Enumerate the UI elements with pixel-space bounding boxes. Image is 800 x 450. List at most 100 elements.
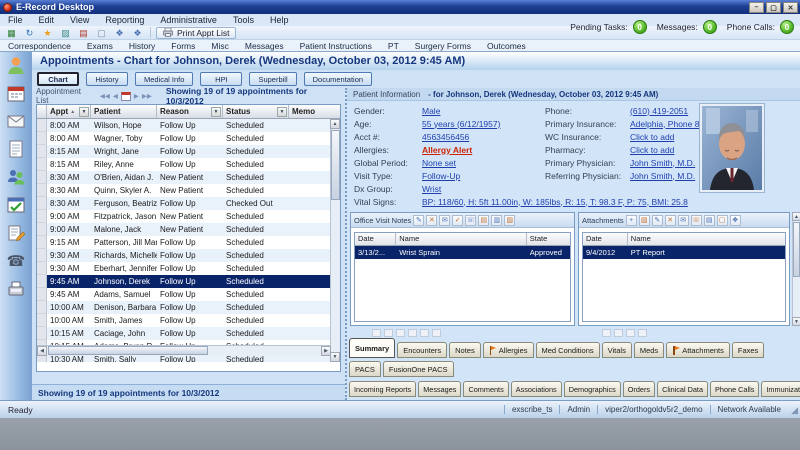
table-row[interactable]: 9:30 AM Eberhart, Jennifer Follow Up Sch… (37, 262, 331, 275)
fax-attachment-icon[interactable]: ☏ (691, 215, 702, 226)
scroll-up-icon[interactable]: ▲ (330, 119, 340, 129)
scroll-down-icon[interactable]: ▼ (792, 317, 800, 326)
menu-item[interactable]: Administrative (152, 15, 225, 25)
patient-field-value[interactable]: BP: 118/60, H: 5ft 11.00in, W: 185lbs, R… (422, 197, 688, 207)
approve-note-icon[interactable]: ✓ (452, 215, 463, 226)
pager-icon[interactable] (638, 329, 647, 337)
column-header-state[interactable]: State (527, 233, 570, 245)
view-button[interactable]: HPI (200, 72, 242, 86)
hand-tool-2-icon[interactable]: ❖ (130, 27, 145, 39)
patient-field-value[interactable]: Allergy Alert (422, 145, 472, 155)
delete-note-icon[interactable]: ✕ (426, 215, 437, 226)
patient-avatar-icon[interactable] (5, 54, 27, 76)
pager-icon[interactable] (384, 329, 393, 337)
bottom-tab[interactable]: Comments (463, 381, 508, 397)
table-row[interactable]: 8:30 AM Quinn, Skyler A. New Patient Sch… (37, 184, 331, 197)
patient-field-value[interactable]: Wrist (422, 184, 441, 194)
table-row[interactable]: 8:00 AM Wagner, Toby Follow Up Scheduled (37, 132, 331, 145)
pager-icon[interactable] (372, 329, 381, 337)
view-button[interactable]: History (86, 72, 128, 86)
favorites-icon[interactable]: ★ (40, 27, 55, 39)
pager-icon[interactable] (602, 329, 611, 337)
patient-field-value[interactable]: Male (422, 106, 440, 116)
appointments-calendar-icon[interactable] (5, 82, 27, 104)
module-tab[interactable]: Surgery Forms (407, 41, 479, 51)
module-tab[interactable]: Forms (163, 41, 203, 51)
column-header-name[interactable]: Name (396, 233, 527, 245)
counter[interactable]: Phone Calls: 0 (727, 20, 794, 34)
bottom-tab[interactable]: PACS (349, 361, 381, 377)
column-header-date[interactable]: Date (355, 233, 396, 245)
new-document-icon[interactable]: ▢ (94, 27, 109, 39)
view-button[interactable]: Chart (37, 72, 79, 86)
table-row[interactable]: 10:00 AM Denison, Barbara Follow Up Sche… (37, 301, 331, 314)
notes-icon[interactable] (5, 138, 27, 160)
column-header-appt[interactable]: Appt ▲ ▼ (47, 105, 91, 118)
table-row[interactable]: 8:15 AM Riley, Anne Follow Up Scheduled (37, 158, 331, 171)
module-tab[interactable]: Misc (203, 41, 236, 51)
patient-field-value[interactable]: 55 years (6/12/1957) (422, 119, 500, 129)
filter-dropdown-icon[interactable]: ▼ (277, 107, 287, 117)
menu-item[interactable]: View (62, 15, 97, 25)
bottom-tab[interactable]: Encounters (397, 342, 447, 358)
bottom-tab[interactable]: Incoming Reports (349, 381, 416, 397)
bottom-tab[interactable]: Vitals (602, 342, 632, 358)
pager-icon[interactable] (408, 329, 417, 337)
horizontal-scrollbar[interactable]: ◀ ▶ (37, 345, 331, 356)
bottom-tab[interactable]: Demographics (564, 381, 621, 397)
module-tab[interactable]: Patient Instructions (292, 41, 380, 51)
link-attachment-icon[interactable]: ❖ (730, 215, 741, 226)
print-attachment-icon[interactable]: ▤ (704, 215, 715, 226)
column-header-date[interactable]: Date (583, 233, 628, 245)
date-picker-icon[interactable] (121, 92, 131, 101)
first-page-icon[interactable]: ◀◀ (100, 92, 110, 100)
print-appt-list-button[interactable]: Print Appt List (156, 27, 236, 39)
table-row[interactable]: 9:15 AM Patterson, Jill Marie Follow Up … (37, 236, 331, 249)
table-row[interactable]: 8:30 AM O'Brien, Aidan J. New Patient Sc… (37, 171, 331, 184)
refresh-icon[interactable]: ↻ (22, 27, 37, 39)
appt-grid-icon[interactable]: ▦ (4, 27, 19, 39)
menu-item[interactable]: Reporting (97, 15, 152, 25)
column-header-name[interactable]: Name (628, 233, 785, 245)
scrollbar-thumb[interactable] (793, 222, 800, 277)
resize-grip[interactable]: ◢ (791, 405, 798, 416)
fax-icon[interactable] (5, 278, 27, 300)
column-header-status[interactable]: Status ▼ (223, 105, 289, 118)
bottom-tab[interactable]: Med Conditions (536, 342, 600, 358)
patient-field-value[interactable]: (610) 419-2051 (630, 106, 688, 116)
vertical-scrollbar[interactable]: ▲ ▼ (792, 212, 800, 326)
fax-note-icon[interactable]: ☏ (465, 215, 476, 226)
table-row[interactable]: 10:15 AM Caciage, John Follow Up Schedul… (37, 327, 331, 340)
view-button[interactable]: Medical Info (135, 72, 193, 86)
menu-item[interactable]: File (0, 15, 31, 25)
bottom-tab[interactable]: Meds (634, 342, 664, 358)
column-header-patient[interactable]: Patient (91, 105, 157, 118)
schedule-check-icon[interactable] (5, 194, 27, 216)
scroll-left-icon[interactable]: ◀ (37, 346, 47, 356)
table-row[interactable]: 9:00 AM Malone, Jack New Patient Schedul… (37, 223, 331, 236)
column-header-memo[interactable]: Memo (289, 105, 331, 118)
column-header-reason[interactable]: Reason ▼ (157, 105, 223, 118)
filter-dropdown-icon[interactable]: ▼ (79, 107, 89, 117)
patients-icon[interactable] (5, 166, 27, 188)
menu-item[interactable]: Edit (31, 15, 63, 25)
last-page-icon[interactable]: ▶▶ (142, 92, 152, 100)
module-tab[interactable]: Exams (79, 41, 121, 51)
add-attachment-icon[interactable]: + (626, 215, 637, 226)
view-button[interactable]: Documentation (304, 72, 372, 86)
minimize-button[interactable]: – (749, 2, 764, 13)
table-row[interactable]: 9:00 AM Fitzpatrick, Jason New Patient S… (37, 210, 331, 223)
scrollbar-thumb[interactable] (48, 346, 208, 355)
pager-icon[interactable] (626, 329, 635, 337)
pager-icon[interactable] (420, 329, 429, 337)
close-button[interactable]: ✕ (783, 2, 798, 13)
note-row[interactable]: 3/13/2... Wrist Sprain Approved (355, 246, 570, 259)
pager-icon[interactable] (614, 329, 623, 337)
patient-field-value[interactable]: None set (422, 158, 456, 168)
superbill-icon[interactable] (5, 222, 27, 244)
menu-item[interactable]: Tools (225, 15, 262, 25)
bottom-tab[interactable]: Clinical Data (657, 381, 708, 397)
table-row[interactable]: 9:30 AM Richards, Michelle Follow Up Sch… (37, 249, 331, 262)
bottom-tab[interactable]: Phone Calls (710, 381, 759, 397)
module-tab[interactable]: Messages (237, 41, 292, 51)
